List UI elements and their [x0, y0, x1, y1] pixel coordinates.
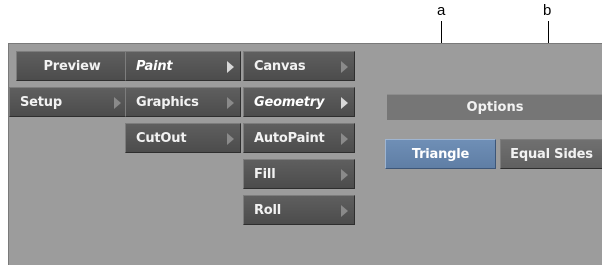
setup-button-label: Setup: [20, 94, 62, 110]
autopaint-button-label: AutoPaint: [254, 130, 325, 146]
graphics-button[interactable]: Graphics: [125, 87, 241, 117]
cutout-button-label: CutOut: [136, 130, 187, 146]
preview-button-label: Preview: [43, 58, 101, 74]
fill-button[interactable]: Fill: [243, 159, 355, 189]
arrow-right-icon: [341, 205, 348, 217]
paint-button-label: Paint: [136, 58, 173, 74]
equal-sides-button[interactable]: Equal Sides: [500, 139, 602, 169]
arrow-right-icon: [114, 97, 121, 109]
autopaint-button[interactable]: AutoPaint: [243, 123, 355, 153]
paint-menu-panel: Preview Setup Paint Graphics CutOut Canv…: [8, 43, 602, 265]
paint-button[interactable]: Paint: [125, 51, 241, 81]
arrow-right-icon: [341, 133, 348, 145]
cutout-button[interactable]: CutOut: [125, 123, 241, 153]
arrow-right-icon: [227, 61, 234, 73]
arrow-right-icon: [227, 133, 234, 145]
geometry-button[interactable]: Geometry: [243, 87, 355, 117]
roll-button[interactable]: Roll: [243, 195, 355, 225]
triangle-button[interactable]: Triangle: [385, 139, 496, 169]
arrow-right-icon: [341, 169, 348, 181]
arrow-right-icon: [341, 61, 348, 73]
arrow-right-icon: [227, 97, 234, 109]
callout-a-label: a: [437, 2, 446, 19]
geometry-button-label: Geometry: [254, 94, 325, 110]
arrow-right-icon: [341, 97, 348, 109]
roll-button-label: Roll: [254, 202, 282, 218]
canvas-button[interactable]: Canvas: [243, 51, 355, 81]
preview-button[interactable]: Preview: [16, 51, 128, 81]
options-header-label: Options: [466, 100, 524, 115]
options-header: Options: [387, 94, 602, 120]
callout-b-label: b: [543, 2, 552, 19]
equal-sides-button-label: Equal Sides: [510, 146, 593, 162]
triangle-button-label: Triangle: [411, 146, 470, 162]
fill-button-label: Fill: [254, 166, 276, 182]
canvas-button-label: Canvas: [254, 58, 306, 74]
setup-button[interactable]: Setup: [9, 87, 128, 117]
graphics-button-label: Graphics: [136, 94, 199, 110]
